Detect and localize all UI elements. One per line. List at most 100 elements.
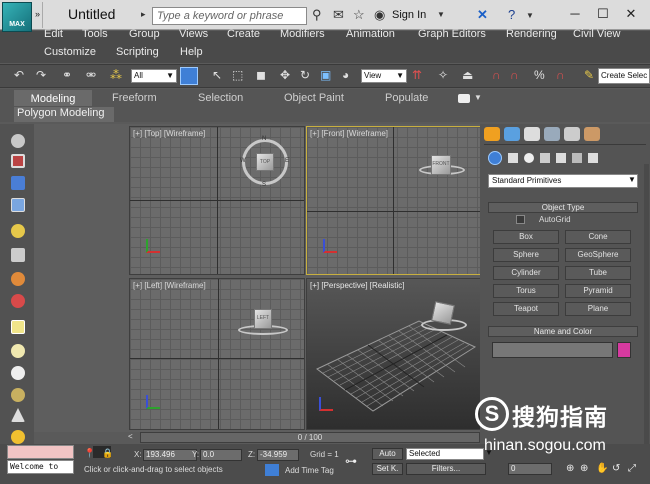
light-icon[interactable] <box>11 224 25 238</box>
viewport-label[interactable]: [+] [Left] [Wireframe] <box>133 281 206 290</box>
polygon-modeling-panel[interactable]: Polygon Modeling <box>14 107 114 122</box>
set-key-button[interactable]: Set K. <box>372 463 403 475</box>
title-dropdown-icon[interactable]: ▸ <box>141 9 146 20</box>
manipulate-icon[interactable]: ✧ <box>438 68 448 82</box>
key-filters-button[interactable]: Filters... <box>406 463 486 475</box>
modify-tab-icon[interactable] <box>504 127 520 141</box>
viewcube[interactable]: FRONT <box>431 155 451 175</box>
torus-knot-icon[interactable] <box>11 388 25 402</box>
viewcube[interactable] <box>431 301 455 325</box>
keyboard-shortcut-icon[interactable]: ⏏ <box>462 68 473 82</box>
chevron-down-icon[interactable]: ▼ <box>437 10 445 19</box>
cloud-shape-icon[interactable] <box>11 344 25 358</box>
ribbon-options-icon[interactable] <box>458 94 470 103</box>
lock-icon[interactable]: 🔒 <box>102 448 113 459</box>
material-editor-icon[interactable] <box>11 154 25 168</box>
object-name-field[interactable] <box>492 342 613 358</box>
pivot-icon[interactable]: ⇈ <box>412 68 422 82</box>
plane-button[interactable]: Plane <box>565 302 631 316</box>
app-logo-button[interactable]: MAX <box>2 2 32 32</box>
close-button[interactable]: ✕ <box>617 3 645 25</box>
chevron-down-icon[interactable]: ▼ <box>628 175 636 184</box>
z-coordinate-field[interactable]: -34.959 <box>257 449 299 461</box>
tab-selection[interactable]: Selection <box>198 92 243 104</box>
menu-tools[interactable]: Tools <box>82 28 108 40</box>
window-crossing-icon[interactable]: ◼ <box>256 68 266 82</box>
maxscript-listener-field[interactable] <box>7 445 74 459</box>
search-input[interactable]: Type a keyword or phrase <box>152 7 307 25</box>
percent-snap-icon[interactable]: % <box>534 68 545 82</box>
y-coordinate-field[interactable]: 0.0 <box>200 449 242 461</box>
autogrid-checkbox[interactable] <box>516 215 525 224</box>
object-category-dropdown[interactable]: Standard Primitives <box>488 174 638 188</box>
help-dropdown-icon[interactable]: ▼ <box>526 11 534 20</box>
teapot-button[interactable]: Teapot <box>493 302 559 316</box>
sun-icon[interactable] <box>11 430 25 444</box>
systems-icon[interactable] <box>588 153 598 163</box>
edit-named-selection-icon[interactable]: ✎ <box>584 68 594 82</box>
maximize-viewport-icon[interactable]: ⤢ <box>628 463 636 474</box>
ribbon-dropdown-icon[interactable]: ▼ <box>474 93 482 102</box>
help-icon[interactable]: ? <box>508 7 515 22</box>
pin-icon[interactable]: 📍 <box>84 448 95 459</box>
menu-animation[interactable]: Animation <box>346 28 395 40</box>
pan-view-icon[interactable]: ✋ <box>596 463 608 474</box>
orbit-icon[interactable]: ↺ <box>612 463 620 474</box>
menu-create[interactable]: Create <box>227 28 260 40</box>
box-button[interactable]: Box <box>493 230 559 244</box>
current-frame-field[interactable]: 0 <box>508 463 552 475</box>
x-coordinate-field[interactable]: 193.496 <box>143 449 197 461</box>
object-color-swatch[interactable] <box>617 342 631 358</box>
sign-in-link[interactable]: Sign In <box>392 9 426 21</box>
region-select-icon[interactable]: ⬚ <box>232 68 243 82</box>
spacewarps-icon[interactable] <box>572 153 582 163</box>
unlink-icon[interactable]: ⚮ <box>86 68 96 82</box>
helper-icon[interactable] <box>11 272 25 286</box>
spinner-snap-icon[interactable]: ∩ <box>556 68 565 82</box>
tab-freeform[interactable]: Freeform <box>112 92 157 104</box>
cone-shape-icon[interactable] <box>11 408 25 422</box>
shapes-icon[interactable] <box>508 153 518 163</box>
key-filter-dropdown[interactable]: Selected <box>406 448 484 460</box>
cylinder-button[interactable]: Cylinder <box>493 266 559 280</box>
angle-snap-icon[interactable]: ∩ <box>510 68 519 82</box>
cone-button[interactable]: Cone <box>565 230 631 244</box>
menu-edit[interactable]: Edit <box>44 28 63 40</box>
viewport-left[interactable]: [+] [Left] [Wireframe] LEFT <box>129 278 305 430</box>
menu-scripting[interactable]: Scripting <box>116 46 159 58</box>
maximize-button[interactable]: ☐ <box>589 3 617 25</box>
binoculars-icon[interactable]: ⚲ <box>312 7 322 23</box>
particle-icon[interactable] <box>11 294 25 308</box>
redo-icon[interactable]: ↷ <box>36 68 46 82</box>
viewport-label[interactable]: [+] [Front] [Wireframe] <box>310 129 388 138</box>
viewport-label[interactable]: [+] [Top] [Wireframe] <box>133 129 205 138</box>
reference-coordinate-dropdown[interactable]: View ▼ <box>361 69 407 83</box>
torus-button[interactable]: Torus <box>493 284 559 298</box>
key-icon[interactable]: ⊶ <box>345 454 357 468</box>
menu-rendering[interactable]: Rendering <box>506 28 557 40</box>
tab-populate[interactable]: Populate <box>385 92 428 104</box>
time-slider[interactable]: 0 / 100 <box>140 432 480 443</box>
panel-scrollbar[interactable] <box>644 164 649 444</box>
zoom-all-icon[interactable]: ⊕ <box>580 463 588 474</box>
viewport-top[interactable]: [+] [Top] [Wireframe] TOP N S W E <box>129 126 305 275</box>
viewcube[interactable]: LEFT <box>254 309 272 329</box>
display-tab-icon[interactable] <box>564 127 580 141</box>
bind-spacewarp-icon[interactable]: ⁂ <box>110 68 122 82</box>
place-icon[interactable]: ◕ <box>342 68 349 82</box>
hierarchy-tab-icon[interactable] <box>524 127 540 141</box>
user-icon[interactable]: ◉ <box>374 7 385 23</box>
sphere-shape-icon[interactable] <box>11 366 25 380</box>
exchange-icon[interactable]: ✕ <box>477 7 488 23</box>
lights-icon[interactable] <box>524 153 534 163</box>
select-by-name-icon[interactable]: ↖ <box>212 68 222 82</box>
utilities-tab-icon[interactable] <box>584 127 600 141</box>
maxscript-mini-listener[interactable]: Welcome to <box>7 460 74 474</box>
select-object-icon[interactable] <box>180 67 198 85</box>
quick-access-expand-icon[interactable]: » <box>35 9 40 19</box>
viewport-front[interactable]: [+] [Front] [Wireframe] FRONT <box>306 126 481 275</box>
minimize-button[interactable]: ─ <box>561 3 589 25</box>
create-selection-set-field[interactable]: Create Selec <box>598 68 650 84</box>
time-slider-prev-icon[interactable]: < <box>128 432 133 441</box>
snap-toggle-icon[interactable]: ∩ <box>492 68 501 82</box>
